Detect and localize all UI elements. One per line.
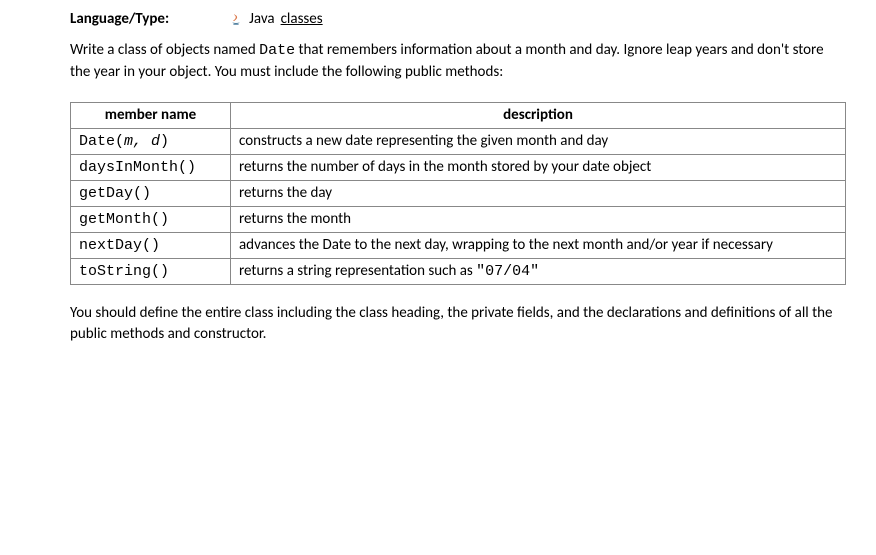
language-type-label: Language/Type: [70, 10, 169, 28]
description-cell: returns a string representation such as … [231, 258, 846, 284]
description-cell: returns the day [231, 180, 846, 206]
table-row: daysInMonth() returns the number of days… [71, 154, 846, 180]
table-row: getDay() returns the day [71, 180, 846, 206]
table-row: Date(m, d) constructs a new date represe… [71, 128, 846, 154]
name-part: Date( [79, 133, 124, 150]
member-name-cell: nextDay() [71, 232, 231, 258]
intro-code: Date [259, 42, 295, 59]
description-cell: constructs a new date representing the g… [231, 128, 846, 154]
member-name-cell: Date(m, d) [71, 128, 231, 154]
member-name-cell: getDay() [71, 180, 231, 206]
java-icon [229, 12, 243, 26]
language-value-group: Java classes [229, 10, 323, 28]
name-italic-part: m, d [124, 133, 160, 150]
table-row: getMonth() returns the month [71, 206, 846, 232]
table-header-row: member name description [71, 102, 846, 128]
language-name: Java [249, 10, 274, 28]
header-description: description [231, 102, 846, 128]
member-name-cell: daysInMonth() [71, 154, 231, 180]
table-row: toString() returns a string representati… [71, 258, 846, 284]
intro-paragraph: Write a class of objects named Date that… [70, 40, 846, 84]
classes-link[interactable]: classes [281, 10, 323, 28]
name-part: ) [160, 133, 169, 150]
desc-code: "07/04" [476, 263, 539, 280]
member-name-cell: toString() [71, 258, 231, 284]
header-row: Language/Type: Java classes [70, 10, 846, 28]
outro-paragraph: You should define the entire class inclu… [70, 303, 846, 347]
header-member-name: member name [71, 102, 231, 128]
description-cell: returns the number of days in the month … [231, 154, 846, 180]
member-name-cell: getMonth() [71, 206, 231, 232]
description-cell: returns the month [231, 206, 846, 232]
table-row: nextDay() advances the Date to the next … [71, 232, 846, 258]
desc-text: returns a string representation such as [239, 262, 476, 280]
intro-before: Write a class of objects named [70, 41, 259, 59]
description-cell: advances the Date to the next day, wrapp… [231, 232, 846, 258]
methods-table: member name description Date(m, d) const… [70, 102, 846, 285]
